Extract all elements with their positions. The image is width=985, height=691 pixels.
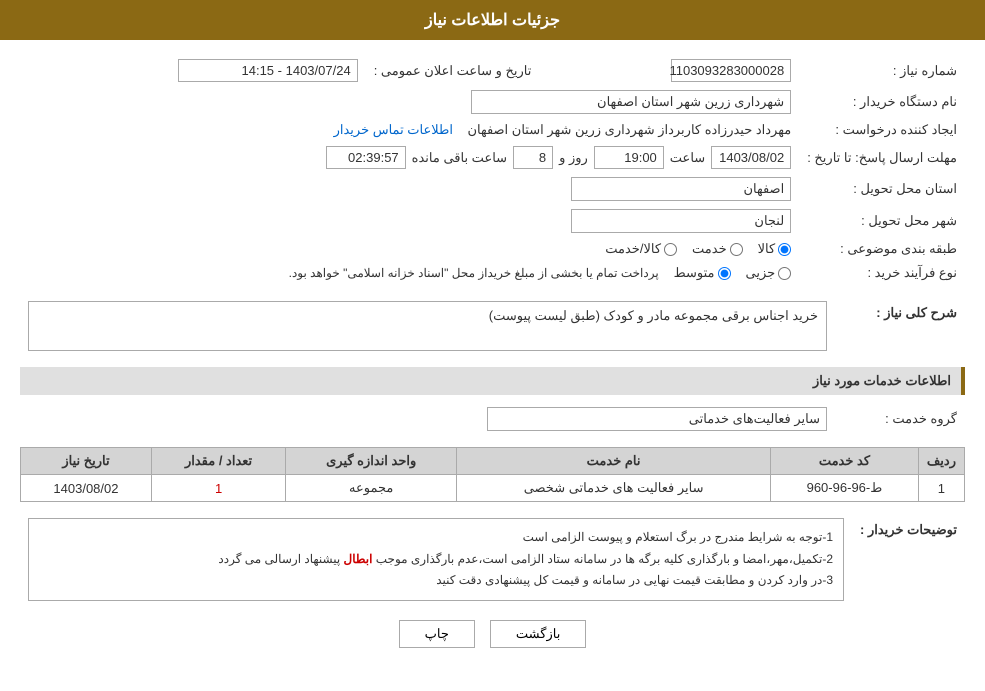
services-table: ردیف کد خدمت نام خدمت واحد اندازه گیری ت… <box>20 447 965 502</box>
service-group-table: گروه خدمت : سایر فعالیت‌های خدماتی <box>20 403 965 435</box>
buyer-org-value: شهرداری زرین شهر استان اصفهان <box>471 90 791 114</box>
need-desc-value: خرید اجناس برقی مجموعه مادر و کودک (طبق … <box>28 301 827 351</box>
public-announce-label: تاریخ و ساعت اعلان عمومی : <box>366 55 540 86</box>
services-section-title: اطلاعات خدمات مورد نیاز <box>20 367 965 395</box>
city-value: لنجان <box>571 209 791 233</box>
col-code: کد خدمت <box>771 448 919 475</box>
deadline-cell: 1403/08/02 ساعت 19:00 روز و 8 ساعت باقی … <box>20 142 799 173</box>
cell-quantity: 1 <box>151 475 285 502</box>
main-content: شماره نیاز : 1103093283000028 تاریخ و سا… <box>0 40 985 673</box>
buttons-row: بازگشت چاپ <box>20 620 965 648</box>
buyer-note-1: 1-توجه به شرایط مندرج در برگ استعلام و پ… <box>39 527 833 549</box>
province-cell: اصفهان <box>20 173 799 205</box>
process-cell: جزیی متوسط پرداخت تمام یا بخشی از مبلغ خ… <box>20 261 799 285</box>
deadline-time: 19:00 <box>594 146 664 169</box>
buyer-notes-cell: 1-توجه به شرایط مندرج در برگ استعلام و پ… <box>20 514 852 605</box>
buyer-notes-table: توضیحات خریدار : 1-توجه به شرایط مندرج د… <box>20 514 965 605</box>
province-value: اصفهان <box>571 177 791 201</box>
need-number-value: 1103093283000028 <box>671 59 791 82</box>
process-label: نوع فرآیند خرید : <box>799 261 965 285</box>
print-button[interactable]: چاپ <box>399 620 475 648</box>
table-row: شهر محل تحویل : لنجان <box>20 205 965 237</box>
buyer-org-cell: شهرداری زرین شهر استان اصفهان <box>20 86 799 118</box>
radio-kala[interactable]: کالا <box>758 241 792 257</box>
radio-khedmat[interactable]: خدمت <box>692 241 743 257</box>
col-qty: تعداد / مقدار <box>151 448 285 475</box>
process-note: پرداخت تمام یا بخشی از مبلغ خریداز محل "… <box>289 266 659 280</box>
col-name: نام خدمت <box>457 448 771 475</box>
deadline-label: مهلت ارسال پاسخ: تا تاریخ : <box>799 142 965 173</box>
radio-jozi[interactable]: جزیی <box>746 265 792 281</box>
need-number-label: شماره نیاز : <box>799 55 965 86</box>
cell-date: 1403/08/02 <box>21 475 152 502</box>
creator-value: مهرداد حیدرزاده کاربرداز شهرداری زرین شه… <box>467 122 791 137</box>
page-title: جزئیات اطلاعات نیاز <box>425 12 560 29</box>
service-group-label: گروه خدمت : <box>835 403 965 435</box>
buyer-note-3: 3-در وارد کردن و مطابقت قیمت نهایی در سا… <box>39 570 833 592</box>
cell-unit: مجموعه <box>286 475 457 502</box>
city-cell: لنجان <box>20 205 799 237</box>
buyer-notes-label: توضیحات خریدار : <box>852 514 965 605</box>
buyer-notes-content: 1-توجه به شرایط مندرج در برگ استعلام و پ… <box>28 518 844 601</box>
public-announce-value: 1403/07/24 - 14:15 <box>178 59 358 82</box>
table-row: نام دستگاه خریدار : شهرداری زرین شهر است… <box>20 86 965 118</box>
creator-cell: مهرداد حیدرزاده کاربرداز شهرداری زرین شه… <box>20 118 799 142</box>
col-row: ردیف <box>918 448 964 475</box>
category-cell: کالا خدمت کالا/خدمت <box>20 237 799 261</box>
city-label: شهر محل تحویل : <box>799 205 965 237</box>
page-wrapper: جزئیات اطلاعات نیاز شماره نیاز : 1103093… <box>0 0 985 691</box>
cell-name: سایر فعالیت های خدماتی شخصی <box>457 475 771 502</box>
service-group-value: سایر فعالیت‌های خدماتی <box>487 407 827 431</box>
need-desc-table: شرح کلی نیاز : خرید اجناس برقی مجموعه ما… <box>20 297 965 355</box>
page-header: جزئیات اطلاعات نیاز <box>0 0 985 40</box>
cell-row: 1 <box>918 475 964 502</box>
province-label: استان محل تحویل : <box>799 173 965 205</box>
col-unit: واحد اندازه گیری <box>286 448 457 475</box>
table-row: استان محل تحویل : اصفهان <box>20 173 965 205</box>
public-announce-cell: 1403/07/24 - 14:15 <box>20 55 366 86</box>
table-row: ایجاد کننده درخواست : مهرداد حیدرزاده کا… <box>20 118 965 142</box>
deadline-days-label: روز و <box>559 150 588 166</box>
cell-code: ط-96-96-960 <box>771 475 919 502</box>
deadline-date: 1403/08/02 <box>711 146 791 169</box>
table-row: شرح کلی نیاز : خرید اجناس برقی مجموعه ما… <box>20 297 965 355</box>
buyer-note-2: 2-تکمیل،مهر،امضا و بارگذاری کلیه برگه ها… <box>39 549 833 571</box>
deadline-time-label: ساعت <box>670 150 705 166</box>
buyer-org-label: نام دستگاه خریدار : <box>799 86 965 118</box>
creator-label: ایجاد کننده درخواست : <box>799 118 965 142</box>
category-label: طبقه بندی موضوعی : <box>799 237 965 261</box>
need-desc-cell: خرید اجناس برقی مجموعه مادر و کودک (طبق … <box>20 297 835 355</box>
contact-link[interactable]: اطلاعات تماس خریدار <box>334 122 453 137</box>
table-row: گروه خدمت : سایر فعالیت‌های خدماتی <box>20 403 965 435</box>
need-desc-label: شرح کلی نیاز : <box>835 297 965 355</box>
table-row: 1ط-96-96-960سایر فعالیت های خدماتی شخصیم… <box>21 475 965 502</box>
back-button[interactable]: بازگشت <box>490 620 586 648</box>
table-row: توضیحات خریدار : 1-توجه به شرایط مندرج د… <box>20 514 965 605</box>
table-row: نوع فرآیند خرید : جزیی متوسط پرداخت تمام… <box>20 261 965 285</box>
deadline-remaining: 02:39:57 <box>326 146 406 169</box>
radio-motavasset[interactable]: متوسط <box>674 265 731 281</box>
col-date: تاریخ نیاز <box>21 448 152 475</box>
table-header-row: ردیف کد خدمت نام خدمت واحد اندازه گیری ت… <box>21 448 965 475</box>
deadline-remaining-label: ساعت باقی مانده <box>412 150 507 166</box>
info-table: شماره نیاز : 1103093283000028 تاریخ و سا… <box>20 55 965 285</box>
table-row: طبقه بندی موضوعی : کالا خدمت <box>20 237 965 261</box>
table-row: مهلت ارسال پاسخ: تا تاریخ : 1403/08/02 س… <box>20 142 965 173</box>
radio-kala-khedmat[interactable]: کالا/خدمت <box>605 241 677 257</box>
service-group-cell: سایر فعالیت‌های خدماتی <box>20 403 835 435</box>
need-number-cell: 1103093283000028 <box>559 55 799 86</box>
table-row: شماره نیاز : 1103093283000028 تاریخ و سا… <box>20 55 965 86</box>
deadline-days: 8 <box>513 146 553 169</box>
